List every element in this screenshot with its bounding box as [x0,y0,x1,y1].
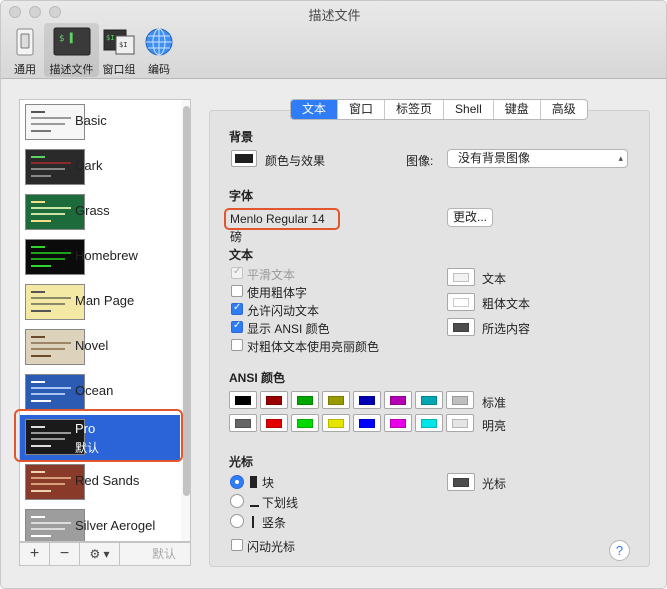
cursor-color-well[interactable] [447,473,475,491]
add-profile-button[interactable]: + [20,543,50,565]
ansi-normal-label: 标准 [482,396,507,410]
profile-list-toolbar: + − ⚙ ▾ 默认 [19,542,191,566]
cursor-heading: 光标 [229,455,254,469]
globe-icon [142,27,176,57]
tab-shell[interactable]: Shell [444,100,494,119]
profile-item-man-page[interactable]: Man Page [20,280,180,325]
ansi-bright-color-2[interactable] [291,414,319,432]
profile-item-red-sands[interactable]: Red Sands [20,460,180,505]
window-title: 描述文件 [308,8,361,23]
block-cursor-icon [250,476,257,488]
ansi-bright-color-6[interactable] [415,414,443,432]
background-color-well[interactable] [231,150,257,167]
cursor-underline-label: 下划线 [250,494,298,511]
ansi-normal-color-3[interactable] [322,391,350,409]
ansi-bright-color-3[interactable] [322,414,350,432]
toolbar-profiles-button[interactable]: $ ▌ 描述文件 [44,23,99,77]
font-heading: 字体 [229,189,254,203]
ansi-normal-color-5[interactable] [384,391,412,409]
tab-window[interactable]: 窗口 [338,100,386,119]
blinking-text-checkbox[interactable] [231,302,243,315]
tab-keyboard[interactable]: 键盘 [494,100,541,119]
bold-fonts-checkbox[interactable] [231,285,243,297]
smooth-text-checkbox[interactable] [231,266,243,279]
profile-item-novel[interactable]: Novel [20,325,180,370]
bright-bold-checkbox[interactable] [231,339,243,351]
toolbar-general-button[interactable]: 通用 [9,23,41,77]
settings-tabs: 文本 窗口 标签页 Shell 键盘 高级 [290,99,588,120]
ansi-bright-color-1[interactable] [260,414,288,432]
tab-advanced[interactable]: 高级 [541,100,587,119]
terminal-profile-icon: $ ▌ [52,27,92,57]
color-effects-label: 颜色与效果 [265,154,326,168]
profile-list-scrollbar[interactable] [183,106,190,496]
ansi-normal-color-1[interactable] [260,391,288,409]
ansi-normal-color-6[interactable] [415,391,443,409]
font-name-field: Menlo Regular 14 磅 [224,208,340,244]
cursor-block-label: 块 [250,474,274,491]
cursor-bar-label: 竖条 [250,514,286,531]
tab-text[interactable]: 文本 [291,100,339,119]
profile-item-dark[interactable]: Dark [20,145,180,190]
blink-cursor-checkbox[interactable] [231,539,243,551]
ansi-bright-color-0[interactable] [229,414,257,432]
image-label: 图像: [406,154,434,168]
set-default-button[interactable]: 默认 [138,543,190,565]
profile-list[interactable]: Basic Dark Grass Homebrew Man Page Novel… [19,99,191,542]
svg-text:$ ▌: $ ▌ [59,32,75,44]
profile-item-homebrew[interactable]: Homebrew [20,235,180,280]
bar-cursor-icon [252,516,254,528]
underline-cursor-icon [250,505,259,507]
profile-item-grass[interactable]: Grass [20,190,180,235]
tab-tab[interactable]: 标签页 [385,100,445,119]
ansi-colors-heading: ANSI 颜色 [229,371,286,385]
background-heading: 背景 [229,130,254,144]
ansi-colors-checkbox[interactable] [231,320,243,333]
ansi-normal-color-4[interactable] [353,391,381,409]
preferences-window: 描述文件 通用 $ ▌ 描述文件 $I $I 窗口组 编码 Basic Dark… [0,0,667,589]
ansi-normal-color-0[interactable] [229,391,257,409]
toolbar-encoding-button[interactable]: 编码 [142,23,176,77]
profile-actions-menu[interactable]: ⚙ ▾ [80,543,120,565]
ansi-normal-color-2[interactable] [291,391,319,409]
text-heading: 文本 [229,248,254,262]
profile-item-basic[interactable]: Basic [20,100,180,145]
profile-item-silver-aerogel[interactable]: Silver Aerogel [20,505,180,541]
selected-profile-highlight [14,409,183,462]
selection-color-well[interactable] [447,318,475,336]
remove-profile-button[interactable]: − [50,543,80,565]
ansi-bright-label: 明亮 [482,419,507,433]
ansi-bright-color-5[interactable] [384,414,412,432]
cursor-bar-radio[interactable] [230,514,244,528]
svg-text:$I: $I [106,34,114,42]
help-button[interactable]: ? [609,540,630,561]
select-arrows-icon: ▴ [618,153,623,163]
svg-text:$I: $I [119,41,127,49]
text-color-well[interactable] [447,268,475,286]
ansi-normal-color-7[interactable] [446,391,474,409]
change-font-button[interactable]: 更改... [447,208,493,227]
ansi-bright-color-7[interactable] [446,414,474,432]
switch-icon [8,27,42,57]
bold-text-color-well[interactable] [447,293,475,311]
ansi-bright-color-4[interactable] [353,414,381,432]
background-image-select[interactable]: 没有背景图像 ▴ [447,149,628,168]
cursor-underline-radio[interactable] [230,494,244,508]
cursor-color-label: 光标 [482,477,507,491]
title-bar: 描述文件 通用 $ ▌ 描述文件 $I $I 窗口组 编码 [1,1,666,79]
cursor-block-radio[interactable] [230,475,244,489]
blink-cursor-label: 闪动光标 [247,540,296,554]
toolbar-window-groups-button[interactable]: $I $I 窗口组 [99,23,139,77]
window-groups-icon: $I $I [102,27,136,57]
